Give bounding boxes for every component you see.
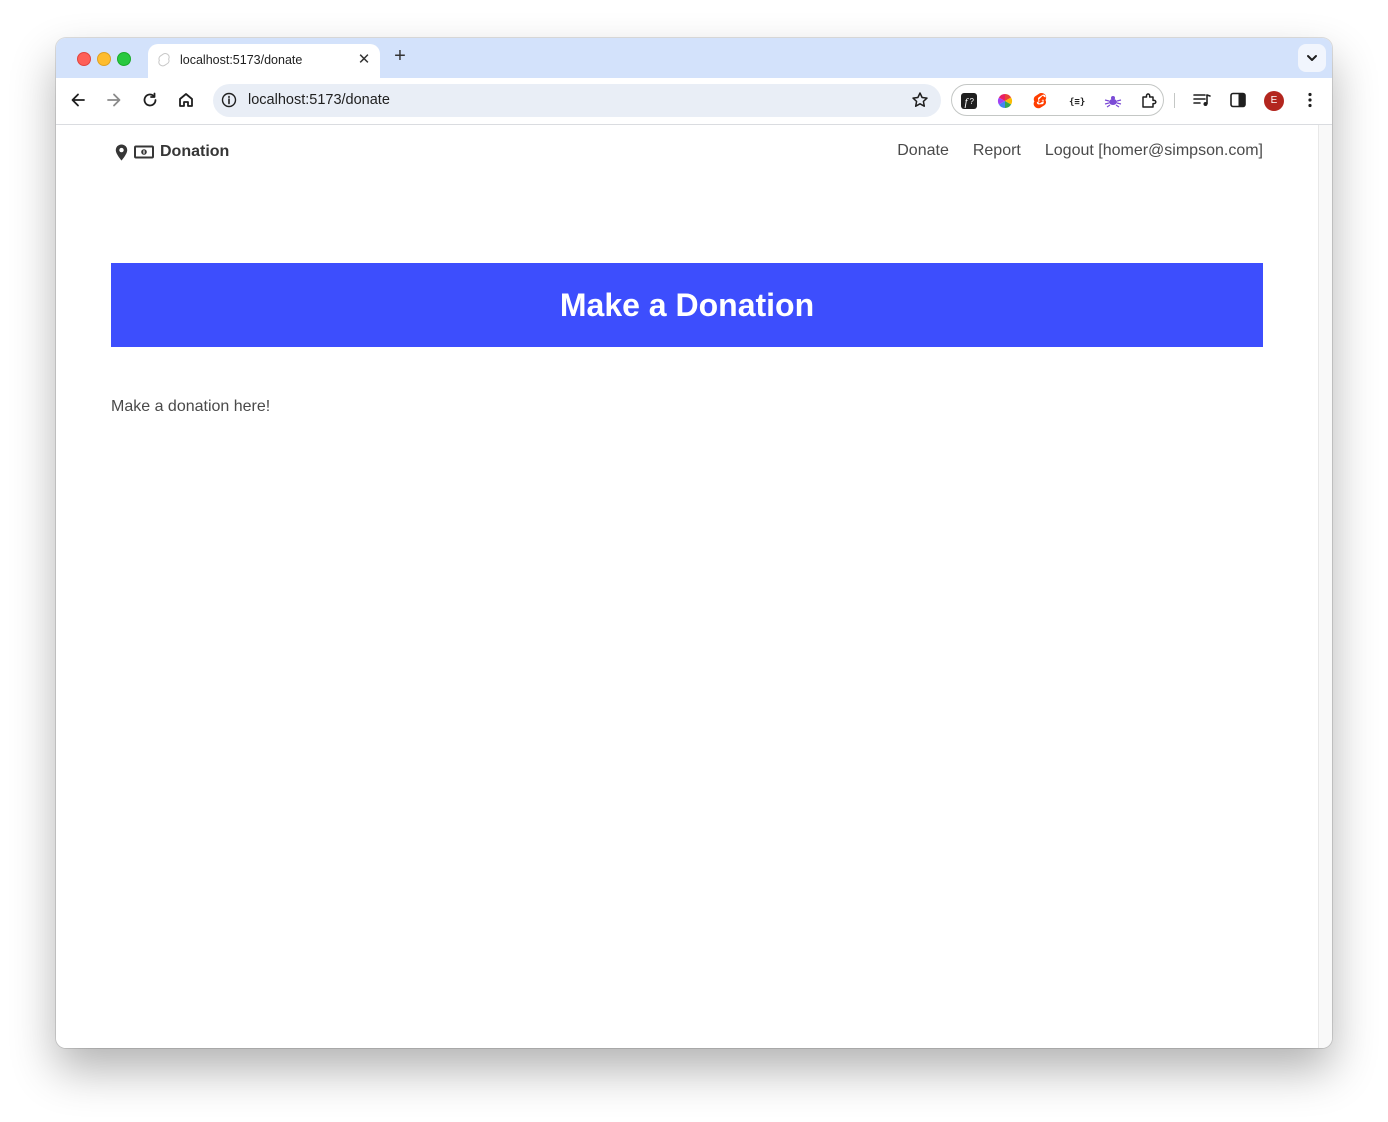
minimize-window-button[interactable] <box>97 52 111 66</box>
hero-banner: Make a Donation <box>111 263 1263 347</box>
new-tab-button[interactable]: + <box>390 46 410 66</box>
site-info-icon[interactable] <box>221 92 237 108</box>
page-scrollbar[interactable] <box>1318 125 1332 1048</box>
fontface-ninja-icon[interactable]: f ? <box>960 92 978 110</box>
active-tab[interactable]: localhost:5173/donate ✕ <box>148 44 380 78</box>
tab-title: localhost:5173/donate <box>180 53 303 67</box>
body-text: Make a donation here! <box>111 398 271 415</box>
browser-toolbar: localhost:5173/donate f ? {≡} E <box>56 78 1332 125</box>
nav-link-donate[interactable]: Donate <box>897 142 949 160</box>
back-icon[interactable] <box>67 89 89 111</box>
home-icon[interactable] <box>175 89 197 111</box>
nav-link-report[interactable]: Report <box>973 142 1021 160</box>
puzzle-icon[interactable] <box>1140 92 1158 110</box>
bug-icon[interactable] <box>1104 92 1122 110</box>
nav-link-logout[interactable]: Logout [homer@simpson.com] <box>1045 142 1263 160</box>
side-panel-icon[interactable] <box>1228 90 1248 110</box>
chevron-down-icon <box>1307 55 1317 61</box>
json-formatter-icon[interactable]: {≡} <box>1068 92 1086 110</box>
page-viewport: Donation Donate Report Logout [homer@sim… <box>56 125 1318 1048</box>
svelte-icon[interactable] <box>1032 92 1050 110</box>
brand-label: Donation <box>160 143 230 160</box>
extensions-group: f ? {≡} <box>951 84 1164 116</box>
browser-window: localhost:5173/donate ✕ + localhost:5173… <box>56 38 1332 1048</box>
maximize-window-button[interactable] <box>117 52 131 66</box>
media-controls-icon[interactable] <box>1192 90 1212 110</box>
brand[interactable]: Donation <box>114 142 229 162</box>
svg-text:?: ? <box>970 97 975 106</box>
profile-avatar[interactable]: E <box>1264 91 1284 111</box>
money-bill-icon <box>134 145 154 159</box>
navbar-links: Donate Report Logout [homer@simpson.com] <box>897 142 1263 160</box>
reload-icon[interactable] <box>139 89 161 111</box>
address-bar[interactable]: localhost:5173/donate <box>213 84 941 117</box>
bookmark-star-icon[interactable] <box>911 91 929 109</box>
url-text[interactable]: localhost:5173/donate <box>248 92 390 108</box>
close-window-button[interactable] <box>77 52 91 66</box>
tab-strip: localhost:5173/donate ✕ + <box>56 38 1332 78</box>
kebab-menu-icon[interactable] <box>1300 90 1320 110</box>
svelte-icon <box>158 53 170 67</box>
close-tab-icon[interactable]: ✕ <box>356 52 372 68</box>
tab-search-button[interactable] <box>1298 44 1326 72</box>
svg-text:{≡}: {≡} <box>1069 98 1085 108</box>
toolbar-divider <box>1174 93 1175 108</box>
color-wheel-icon[interactable] <box>996 92 1014 110</box>
page-title: Make a Donation <box>559 286 815 323</box>
forward-icon[interactable] <box>103 89 125 111</box>
map-pin-icon <box>115 144 128 160</box>
